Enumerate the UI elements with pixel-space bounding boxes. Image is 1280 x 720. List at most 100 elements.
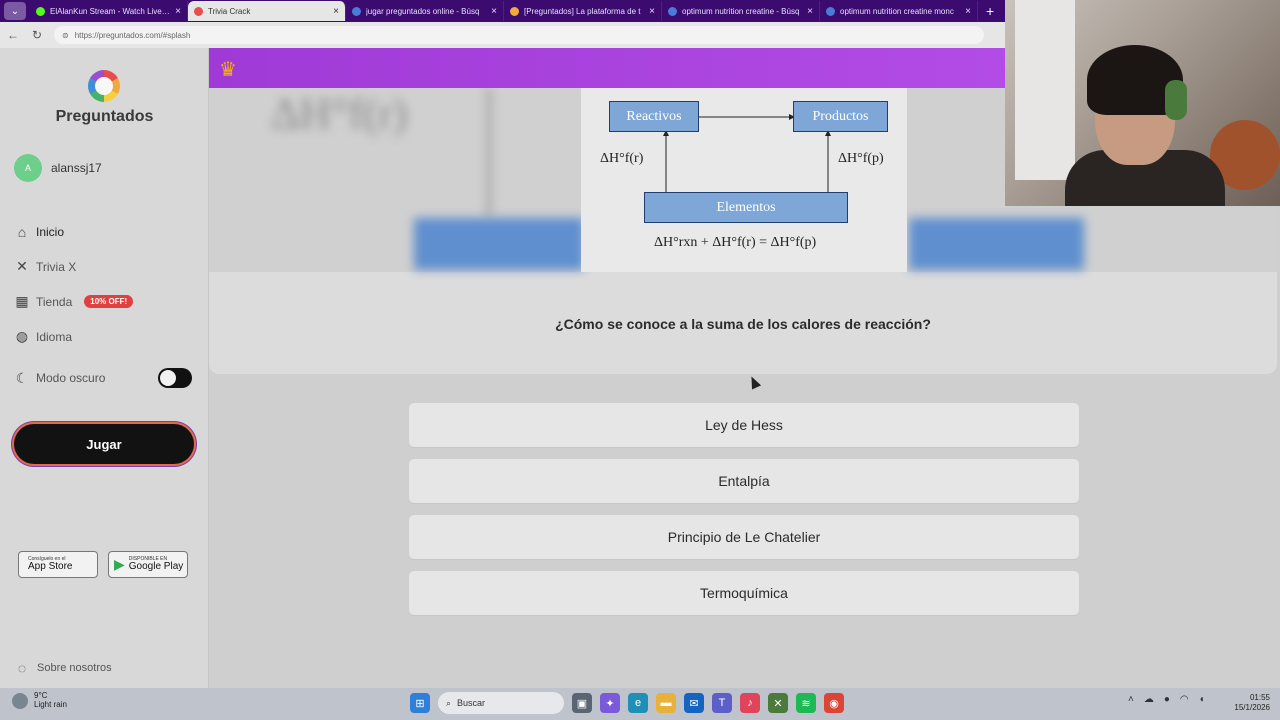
edge-icon[interactable]: e bbox=[628, 693, 648, 713]
browser-tab[interactable]: optimum nutrition creatine monc × bbox=[820, 1, 978, 21]
blurred-line bbox=[487, 88, 491, 218]
sidebar-nav: ⌂ Inicio ✕ Trivia X ▦ Tienda 10% OFF! ◍ … bbox=[14, 214, 199, 354]
google-play-icon: ▶ bbox=[114, 556, 125, 572]
search-icon bbox=[826, 6, 835, 16]
close-icon[interactable]: × bbox=[965, 6, 971, 17]
address-bar-row: ← ↻ ⊜ https://preguntados.com/#splash bbox=[0, 22, 1005, 48]
answer-option-2[interactable]: Entalpía bbox=[409, 459, 1079, 503]
url-text: https://preguntados.com/#splash bbox=[74, 30, 191, 40]
blurred-box-right bbox=[909, 218, 1084, 270]
dark-mode-row: ☾ Modo oscuro bbox=[14, 368, 192, 388]
browser-tab[interactable]: jugar preguntados online - Búsq × bbox=[346, 1, 504, 21]
globe-icon: ◍ bbox=[15, 328, 29, 344]
answer-option-1[interactable]: Ley de Hess bbox=[409, 403, 1079, 447]
answer-option-4[interactable]: Termoquímica bbox=[409, 571, 1079, 615]
back-arrow-icon[interactable]: ← bbox=[6, 28, 20, 42]
browser-tab-bar: ⌄ ElAlanKun Stream - Watch Live on × Tri… bbox=[0, 0, 1005, 22]
blurred-box-left bbox=[414, 218, 584, 270]
file-explorer-icon[interactable]: ▬ bbox=[656, 693, 676, 713]
reload-icon[interactable]: ↻ bbox=[30, 28, 44, 42]
spotify-icon[interactable]: ≋ bbox=[796, 693, 816, 713]
username: alanssj17 bbox=[51, 161, 102, 175]
browser-tab[interactable]: [Preguntados] La plataforma de t × bbox=[504, 1, 662, 21]
sidebar-item-inicio[interactable]: ⌂ Inicio bbox=[14, 214, 199, 249]
webcam-window-light bbox=[1015, 0, 1075, 180]
windows-start-icon[interactable]: ⊞ bbox=[410, 693, 430, 713]
close-icon[interactable]: × bbox=[649, 6, 655, 17]
tab-actions-button[interactable]: ⌄ bbox=[4, 2, 26, 20]
weather-icon bbox=[12, 692, 28, 709]
browser-tab[interactable]: ElAlanKun Stream - Watch Live on × bbox=[30, 1, 188, 21]
discount-badge: 10% OFF! bbox=[84, 295, 134, 308]
windows-taskbar: 9°C Light rain ⊞ ⌕ Buscar ▣ ✦ e ▬ ✉ T ♪ … bbox=[0, 688, 1280, 720]
play-button[interactable]: Jugar bbox=[14, 424, 194, 464]
google-play-button[interactable]: ▶ DISPONIBLE EN Google Play bbox=[108, 551, 188, 578]
taskbar-search[interactable]: ⌕ Buscar bbox=[438, 692, 564, 714]
kick-icon bbox=[36, 6, 45, 16]
url-field[interactable]: ⊜ https://preguntados.com/#splash bbox=[54, 26, 984, 44]
equation-text: ΔH°rxn + ΔH°f(r) = ΔH°f(p) bbox=[654, 235, 817, 250]
xbox-icon[interactable]: ✕ bbox=[768, 693, 788, 713]
close-icon[interactable]: × bbox=[175, 6, 181, 17]
brand-name: Preguntados bbox=[55, 108, 154, 125]
elementos-box: Elementos bbox=[644, 192, 848, 223]
chrome-icon[interactable]: ◉ bbox=[824, 693, 844, 713]
taskbar-clock[interactable]: 01:55 15/1/2026 bbox=[1226, 693, 1270, 714]
right-enthalpy-label: ΔH°f(p) bbox=[838, 151, 884, 166]
moon-icon: ☾ bbox=[15, 369, 29, 386]
webcam-overlay bbox=[1005, 0, 1280, 206]
browser-tab-active[interactable]: Trivia Crack × bbox=[188, 1, 346, 21]
search-icon: ⌕ bbox=[446, 697, 452, 708]
close-icon[interactable]: × bbox=[807, 6, 813, 17]
copilot-icon[interactable]: ✦ bbox=[600, 693, 620, 713]
dark-mode-toggle[interactable] bbox=[158, 368, 192, 388]
user-profile[interactable]: A alanssj17 bbox=[14, 154, 102, 182]
trivia-x-icon: ✕ bbox=[16, 258, 28, 274]
mouse-cursor bbox=[746, 374, 762, 390]
search-icon bbox=[668, 6, 677, 16]
home-icon: ⌂ bbox=[17, 223, 27, 240]
itunes-icon[interactable]: ♪ bbox=[740, 693, 760, 713]
new-tab-button[interactable]: + bbox=[986, 3, 994, 19]
store-icon: ▦ bbox=[15, 293, 29, 309]
sidebar-item-label: Inicio bbox=[36, 224, 65, 239]
about-link[interactable]: ◌ Sobre nosotros bbox=[14, 660, 112, 676]
site-info-icon[interactable]: ⊜ bbox=[62, 31, 69, 40]
blurred-formula: ΔH°f(r) bbox=[271, 89, 408, 138]
outlook-icon[interactable]: ✉ bbox=[684, 693, 704, 713]
task-view-icon[interactable]: ▣ bbox=[572, 693, 592, 713]
sidebar-item-idioma[interactable]: ◍ Idioma bbox=[14, 319, 199, 354]
answer-option-3[interactable]: Principio de Le Chatelier bbox=[409, 515, 1079, 559]
sidebar-item-label: Idioma bbox=[36, 329, 73, 344]
chevron-up-icon[interactable]: ˄ bbox=[1128, 694, 1134, 705]
teams-icon[interactable]: T bbox=[712, 693, 732, 713]
app-store-button[interactable]: Consíguelo en el App Store bbox=[18, 551, 98, 578]
question-text: ¿Cómo se conoce a la suma de los calores… bbox=[555, 316, 931, 332]
avatar: A bbox=[14, 154, 42, 182]
preguntados-icon bbox=[194, 6, 203, 16]
info-icon: ◌ bbox=[17, 660, 27, 676]
dark-mode-label: Modo oscuro bbox=[36, 371, 106, 385]
microphone-icon[interactable]: ● bbox=[1164, 694, 1170, 705]
site-icon bbox=[510, 6, 519, 16]
sidebar-item-trivia-x[interactable]: ✕ Trivia X bbox=[14, 249, 199, 284]
close-icon[interactable]: × bbox=[491, 6, 497, 17]
question-image: Reactivos Productos Elementos ΔH°f(r) ΔH… bbox=[581, 88, 907, 272]
sidebar-item-label: Trivia X bbox=[36, 259, 77, 274]
cloud-icon[interactable]: ☁ bbox=[1144, 694, 1154, 705]
volume-icon[interactable]: ◖ bbox=[1199, 694, 1205, 705]
crown-icon[interactable]: ♛ bbox=[219, 57, 237, 82]
sidebar-item-tienda[interactable]: ▦ Tienda 10% OFF! bbox=[14, 284, 199, 319]
browser-tab[interactable]: optimum nutrition creatine - Búsq × bbox=[662, 1, 820, 21]
system-tray: ˄ ☁ ● ◠ ◖ bbox=[1128, 694, 1205, 705]
close-icon[interactable]: × bbox=[333, 6, 339, 17]
webcam-headset bbox=[1165, 80, 1187, 120]
wifi-icon[interactable]: ◠ bbox=[1180, 694, 1189, 705]
weather-widget[interactable]: 9°C Light rain bbox=[12, 691, 67, 710]
left-enthalpy-label: ΔH°f(r) bbox=[600, 151, 644, 166]
reactivos-box: Reactivos bbox=[609, 101, 699, 132]
productos-box: Productos bbox=[793, 101, 888, 132]
preguntados-logo[interactable] bbox=[88, 70, 120, 102]
sidebar-item-label: Tienda bbox=[36, 294, 73, 309]
crown-header-bar: ♛ bbox=[209, 48, 1005, 88]
